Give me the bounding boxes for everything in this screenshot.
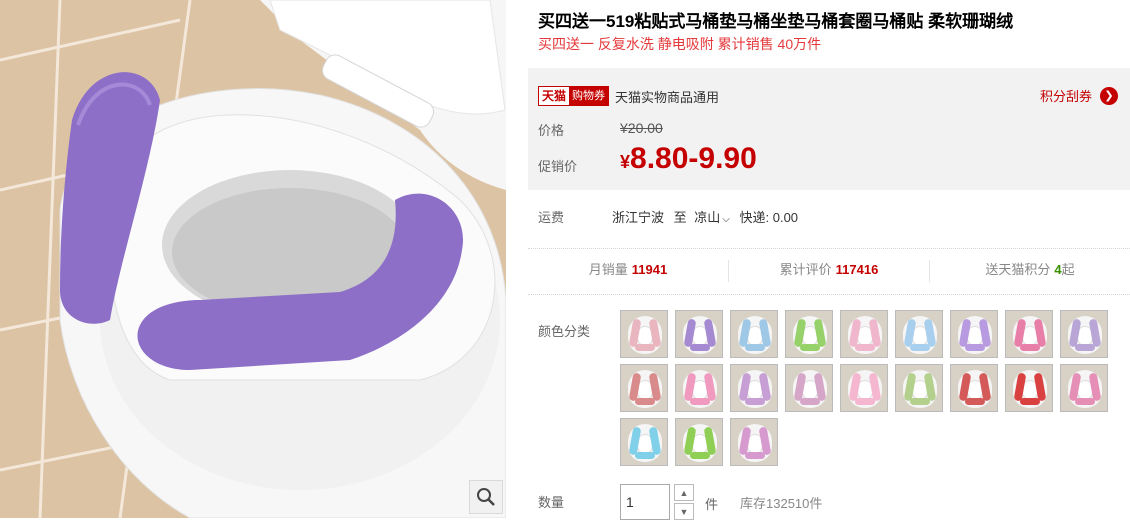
color-swatch[interactable]	[620, 418, 668, 466]
shipping-label: 运费	[538, 210, 565, 225]
color-swatch[interactable]	[730, 418, 778, 466]
tmall-coupon-badge: 天猫 购物券	[538, 86, 610, 106]
pad-bottom	[855, 398, 875, 405]
ship-to-prefix: 至	[673, 210, 687, 225]
pad-bottom	[635, 398, 655, 405]
color-swatch[interactable]	[1060, 310, 1108, 358]
monthly-sales: 月销量 11941	[528, 260, 729, 282]
ship-from: 浙江宁波	[612, 210, 665, 225]
color-swatch[interactable]	[1005, 364, 1053, 412]
pad-bottom	[1075, 398, 1095, 405]
color-swatch[interactable]	[730, 310, 778, 358]
quantity-decrease-button[interactable]: ▼	[674, 503, 694, 520]
chevron-right-icon: ❯	[1100, 86, 1118, 105]
color-swatch[interactable]	[675, 310, 723, 358]
pad-bottom	[745, 344, 765, 351]
color-swatch[interactable]	[1005, 310, 1053, 358]
tmall-points-suffix: 起	[1061, 262, 1075, 277]
pad-bottom	[965, 344, 985, 351]
badge-type: 购物券	[569, 87, 609, 105]
pad-bottom	[910, 344, 930, 351]
pad-bottom	[690, 452, 710, 459]
express-fee: 快递: 0.00	[739, 210, 799, 225]
chevron-down-icon: ⌵	[722, 214, 730, 225]
color-swatch[interactable]	[620, 364, 668, 412]
quantity-input[interactable]	[620, 484, 670, 520]
stats-row: 月销量 11941 累计评价 117416 送天猫积分 4起	[528, 260, 1130, 282]
divider	[528, 294, 1130, 295]
shipping-info: 浙江宁波 至 凉山 ⌵ 快递: 0.00	[612, 207, 798, 226]
quantity-unit: 件	[705, 497, 719, 512]
tmall-points-label: 送天猫积分	[985, 262, 1051, 277]
magnifier-icon	[477, 488, 495, 506]
pad-bottom	[1075, 344, 1095, 351]
color-swatch[interactable]	[895, 310, 943, 358]
color-swatch[interactable]	[950, 364, 998, 412]
color-swatch[interactable]	[950, 310, 998, 358]
review-count[interactable]: 累计评价 117416	[729, 260, 930, 282]
color-swatch-list	[620, 310, 1110, 466]
zoom-button[interactable]	[469, 480, 503, 514]
coupon-row: 天猫 购物券 天猫实物商品通用	[538, 86, 719, 106]
currency-symbol: ¥	[620, 152, 631, 172]
pad-bottom	[800, 398, 820, 405]
pad-bottom	[635, 344, 655, 351]
color-swatch[interactable]	[785, 364, 833, 412]
color-swatch[interactable]	[840, 364, 888, 412]
color-swatch[interactable]	[840, 310, 888, 358]
pad-bottom	[910, 398, 930, 405]
pad-bottom	[1020, 344, 1040, 351]
promo-price-value: 8.80-9.90	[630, 142, 757, 175]
destination-select[interactable]: 凉山 ⌵	[694, 210, 730, 225]
tmall-points: 送天猫积分 4起	[930, 260, 1130, 282]
price-label: 价格	[538, 123, 565, 138]
color-swatch[interactable]	[730, 364, 778, 412]
pad-bottom	[745, 452, 765, 459]
coupon-text: 天猫实物商品通用	[615, 89, 720, 105]
pad-bottom	[800, 344, 820, 351]
product-main-image[interactable]	[0, 0, 506, 518]
color-label: 颜色分类	[538, 324, 591, 339]
original-price: ¥20.00	[620, 120, 663, 136]
monthly-sales-value: 11941	[631, 262, 668, 277]
pad-bottom	[965, 398, 985, 405]
color-swatch[interactable]	[785, 310, 833, 358]
toilet-seat-photo	[0, 0, 506, 518]
pad-bottom	[690, 344, 710, 351]
review-count-value: 117416	[835, 262, 879, 277]
color-swatch[interactable]	[1060, 364, 1108, 412]
quantity-label: 数量	[538, 495, 565, 510]
pad-bottom	[635, 452, 655, 459]
product-title: 买四送一519粘贴式马桶垫马桶坐垫马桶套圈马桶贴 柔软珊瑚绒	[538, 12, 1014, 31]
promo-price: ¥8.80-9.90	[620, 142, 757, 176]
divider	[528, 248, 1130, 249]
destination-value: 凉山	[694, 210, 721, 225]
monthly-sales-label: 月销量	[588, 262, 628, 277]
product-subtitle: 买四送一 反复水洗 静电吸附 累计销售 40万件	[538, 36, 822, 52]
stock-count: 库存132510件	[740, 496, 823, 511]
points-coupon-label: 积分刮券	[1039, 89, 1092, 104]
color-swatch[interactable]	[675, 418, 723, 466]
pad-bottom	[1020, 398, 1040, 405]
quantity-increase-button[interactable]: ▲	[674, 484, 694, 501]
points-coupon-link[interactable]: 积分刮券 ❯	[1040, 86, 1118, 105]
chevron-down-icon: ▼	[679, 506, 689, 517]
price-box: 天猫 购物券 天猫实物商品通用 积分刮券 ❯ 价格 ¥20.00 促销价 ¥8.…	[528, 68, 1130, 190]
pad-bottom	[745, 398, 765, 405]
color-swatch[interactable]	[620, 310, 668, 358]
badge-brand: 天猫	[539, 87, 570, 105]
pad-bottom	[855, 344, 875, 351]
chevron-up-icon: ▲	[679, 487, 689, 498]
color-swatch[interactable]	[675, 364, 723, 412]
color-swatch[interactable]	[895, 364, 943, 412]
promo-price-label: 促销价	[538, 159, 578, 174]
pad-bottom	[690, 398, 710, 405]
tmall-points-value: 4	[1054, 262, 1062, 277]
review-count-label: 累计评价	[779, 262, 832, 277]
